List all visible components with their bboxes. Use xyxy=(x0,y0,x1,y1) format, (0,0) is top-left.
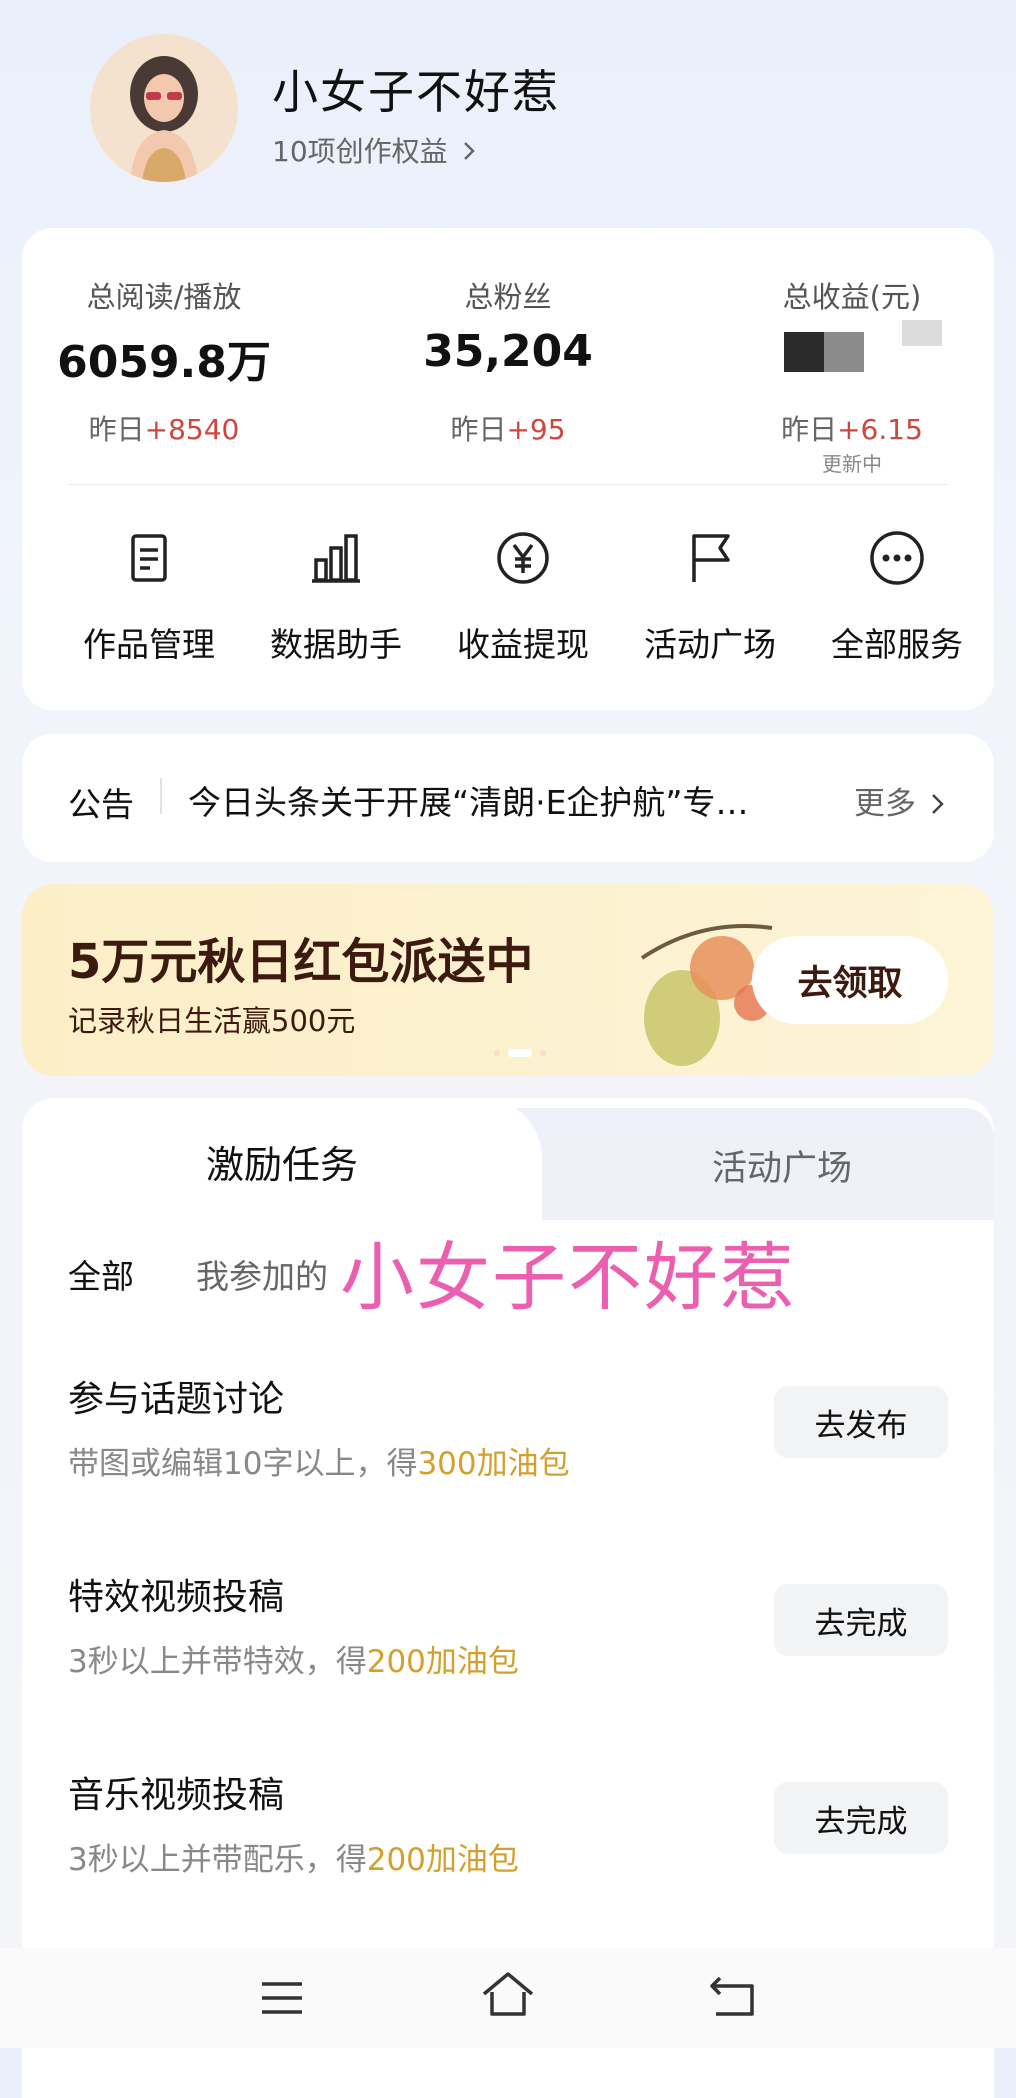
more-icon xyxy=(870,531,924,585)
service-all-services[interactable]: 全部服务 xyxy=(802,528,992,666)
avatar[interactable] xyxy=(90,34,238,182)
stat-label: 总阅读/播放 xyxy=(86,280,242,314)
flag-icon xyxy=(692,534,730,582)
task-title: 参与话题讨论 xyxy=(68,1379,285,1420)
banner-title: 5万元秋日红包派送中 xyxy=(68,934,534,990)
task-title: 音乐视频投稿 xyxy=(68,1775,285,1816)
publish-button[interactable]: 去发布 xyxy=(774,1386,948,1458)
filter-joined[interactable]: 我参加的 xyxy=(196,1250,328,1298)
stat-value: 35,204 xyxy=(423,326,593,377)
tab-incentive-tasks[interactable]: 激励任务 xyxy=(22,1134,542,1189)
bar-chart-icon xyxy=(312,534,360,583)
service-label: 数据助手 xyxy=(270,625,402,664)
stat-value: 6059.8万 xyxy=(57,337,271,388)
service-income-withdraw[interactable]: 收益提现 xyxy=(428,528,618,666)
service-label: 收益提现 xyxy=(457,625,589,664)
announcement-label: 公告 xyxy=(68,785,134,824)
benefits-label: 10项创作权益 xyxy=(272,135,448,168)
stat-delta: 昨日+8540 xyxy=(88,413,240,446)
filter-all[interactable]: 全部 xyxy=(68,1250,134,1298)
creator-benefits-link[interactable]: 10项创作权益 xyxy=(272,130,477,170)
tab-activity-square[interactable]: 活动广场 xyxy=(542,1140,1016,1191)
carousel-indicator xyxy=(494,1048,550,1057)
stats-card: 总阅读/播放 6059.8万 昨日+8540 总粉丝 35,204 昨日+95 … xyxy=(22,228,994,710)
service-label: 活动广场 xyxy=(644,625,776,664)
announcement-bar[interactable]: 公告 今日头条关于开展“清朗·E企护航”专… 更多 xyxy=(22,734,994,862)
back-icon[interactable] xyxy=(708,1972,758,2020)
home-icon[interactable] xyxy=(480,1970,536,2018)
task-desc: 带图或编辑10字以上，得300加油包 xyxy=(68,1446,570,1482)
complete-button[interactable]: 去完成 xyxy=(774,1782,948,1854)
task-desc: 3秒以上并带特效，得200加油包 xyxy=(68,1644,519,1680)
stat-delta: 昨日+6.15 xyxy=(781,413,923,446)
announcement-divider xyxy=(160,778,162,814)
watermark-text: 小女子不好惹 xyxy=(340,1235,796,1321)
stat-label: 总粉丝 xyxy=(464,280,552,314)
promo-banner[interactable]: 5万元秋日红包派送中 记录秋日生活赢500元 去领取 xyxy=(22,884,994,1076)
service-data-assistant[interactable]: 数据助手 xyxy=(241,528,431,666)
menu-icon[interactable] xyxy=(258,1974,306,2022)
username: 小女子不好惹 xyxy=(272,65,560,119)
service-label: 全部服务 xyxy=(831,625,963,664)
more-label: 更多 xyxy=(854,786,916,822)
service-activity-square[interactable]: 活动广场 xyxy=(615,528,805,666)
chevron-right-icon xyxy=(931,794,944,814)
divider xyxy=(68,484,948,485)
document-icon xyxy=(131,534,167,582)
task-desc: 3秒以上并带配乐，得200加油包 xyxy=(68,1842,519,1878)
updating-note: 更新中 xyxy=(822,452,882,476)
chevron-right-icon xyxy=(463,142,475,160)
task-title: 特效视频投稿 xyxy=(68,1577,285,1618)
announcement-more-link[interactable]: 更多 xyxy=(854,778,946,823)
system-nav-bar xyxy=(0,1948,1016,2048)
stat-label: 总收益(元) xyxy=(782,280,922,314)
yuan-icon xyxy=(497,532,549,584)
banner-subtitle: 记录秋日生活赢500元 xyxy=(68,1004,356,1038)
stat-delta: 昨日+95 xyxy=(450,413,566,446)
service-label: 作品管理 xyxy=(83,625,215,664)
announcement-text[interactable]: 今日头条关于开展“清朗·E企护航”专… xyxy=(188,776,749,824)
claim-button[interactable]: 去领取 xyxy=(752,936,948,1024)
complete-button[interactable]: 去完成 xyxy=(774,1584,948,1656)
income-value-redacted xyxy=(784,320,942,376)
service-works-manage[interactable]: 作品管理 xyxy=(54,528,244,666)
